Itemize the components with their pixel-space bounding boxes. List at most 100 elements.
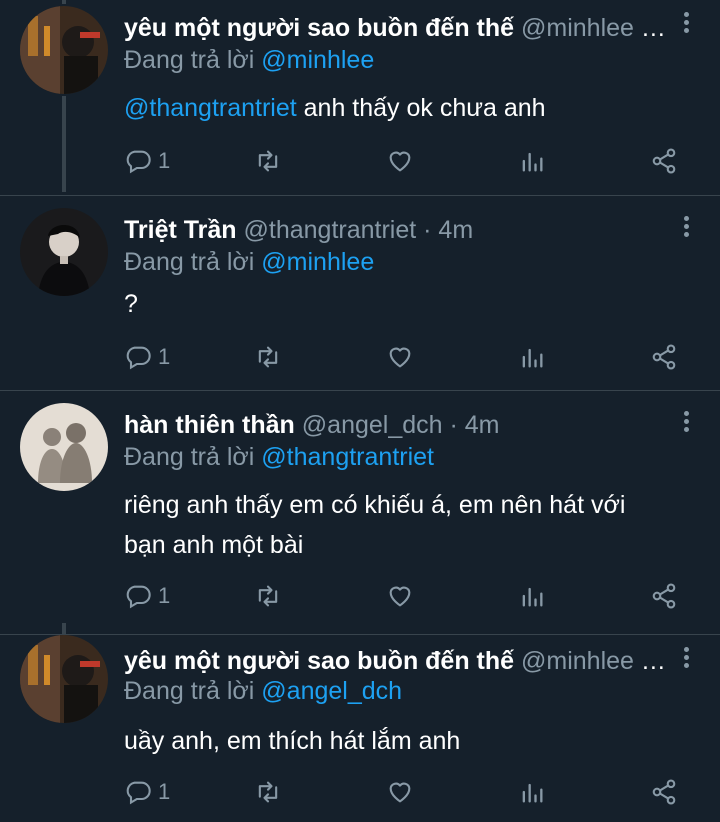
body-mention[interactable]: @thangtrantriet — [124, 94, 297, 122]
share-icon — [652, 148, 676, 174]
tweet-text: @thangtrantriet anh thấy ok chưa anh — [124, 88, 690, 128]
timestamp: · 4m — [423, 216, 474, 244]
reply-icon — [126, 585, 151, 609]
more-vertical-icon[interactable] — [680, 216, 692, 242]
replying-to: Đang trả lời @minhlee — [124, 44, 374, 76]
reply-count: 1 — [158, 344, 171, 369]
reply-icon — [126, 150, 151, 174]
like-button[interactable] — [386, 775, 414, 809]
more-vertical-icon[interactable] — [680, 12, 692, 38]
replying-to: Đang trả lời @angel_dch — [124, 675, 402, 707]
analytics-button[interactable] — [518, 144, 546, 178]
display-name[interactable]: hàn thiên thần — [124, 411, 295, 439]
share-button[interactable] — [650, 579, 678, 613]
heart-icon — [389, 347, 411, 368]
reply-count: 1 — [158, 148, 171, 173]
tweet[interactable]: hàn thiên thần @angel_dch · 4m Đang trả … — [0, 391, 720, 633]
retweet-button[interactable] — [254, 340, 282, 374]
retweet-icon — [258, 781, 278, 803]
more-vertical-icon[interactable] — [680, 647, 692, 673]
replying-to-label: Đang trả lời — [124, 248, 255, 276]
tweet-text: riêng anh thấy em có khiếu á, em nên hát… — [124, 485, 668, 565]
tweet-text: ? — [124, 284, 690, 324]
share-icon — [652, 583, 676, 609]
replying-to-mention[interactable]: @minhlee — [261, 248, 374, 276]
replying-to: Đang trả lời @thangtrantriet — [124, 441, 434, 473]
tweet-text: uầy anh, em thích hát lắm anh — [124, 721, 690, 761]
like-button[interactable] — [386, 144, 414, 178]
analytics-icon — [522, 783, 543, 803]
avatar[interactable] — [20, 6, 108, 94]
analytics-icon — [522, 348, 543, 368]
action-bar: 1 — [124, 579, 684, 613]
reply-button[interactable]: 1 — [124, 144, 170, 178]
retweet-icon — [258, 150, 278, 172]
action-bar: 1 — [124, 340, 684, 374]
analytics-button[interactable] — [518, 340, 546, 374]
reply-button[interactable]: 1 — [124, 340, 170, 374]
avatar[interactable] — [20, 635, 108, 723]
username[interactable]: @thangtrantriet — [244, 216, 417, 244]
retweet-button[interactable] — [254, 579, 282, 613]
share-button[interactable] — [650, 775, 678, 809]
avatar[interactable] — [20, 403, 108, 491]
body-text: anh thấy ok chưa anh — [296, 94, 546, 122]
replying-to-mention[interactable]: @thangtrantriet — [261, 443, 434, 471]
replying-to-label: Đang trả lời — [124, 443, 255, 471]
retweet-button[interactable] — [254, 775, 282, 809]
avatar-image — [20, 208, 108, 296]
avatar[interactable] — [20, 208, 108, 296]
tweet-header: yêu một người sao buồn đến thế @minhlee … — [124, 12, 672, 44]
reply-icon — [126, 346, 151, 370]
share-button[interactable] — [650, 340, 678, 374]
analytics-button[interactable] — [518, 579, 546, 613]
timestamp: ·… — [640, 14, 672, 42]
reply-button[interactable]: 1 — [124, 775, 170, 809]
retweet-icon — [258, 585, 278, 607]
like-button[interactable] — [386, 340, 414, 374]
share-icon — [652, 779, 676, 805]
username[interactable]: @angel_dch — [302, 411, 443, 439]
action-bar: 1 — [124, 144, 684, 178]
tweet[interactable]: yêu một người sao buồn đến thế @minhlee … — [0, 635, 720, 822]
share-button[interactable] — [650, 144, 678, 178]
analytics-icon — [522, 587, 543, 607]
replying-to-mention[interactable]: @angel_dch — [261, 677, 402, 705]
analytics-button[interactable] — [518, 775, 546, 809]
heart-icon — [389, 586, 411, 607]
tweet[interactable]: Triệt Trần @thangtrantriet · 4m Đang trả… — [0, 196, 720, 390]
body-text: riêng anh thấy em có khiếu á, em nên hát… — [124, 491, 626, 559]
tweet[interactable]: yêu một người sao buồn đến thế @minhlee … — [0, 0, 720, 196]
tweet-header: Triệt Trần @thangtrantriet · 4m — [124, 214, 672, 246]
reply-count: 1 — [158, 583, 171, 608]
reply-icon — [126, 781, 151, 805]
like-button[interactable] — [386, 579, 414, 613]
avatar-image — [20, 403, 108, 491]
display-name[interactable]: yêu một người sao buồn đến thế — [124, 647, 514, 675]
username[interactable]: @minhlee — [521, 647, 634, 675]
avatar-image — [20, 6, 108, 94]
avatar-image — [20, 635, 108, 723]
retweet-icon — [258, 346, 278, 368]
display-name[interactable]: yêu một người sao buồn đến thế — [124, 14, 514, 42]
timestamp: ·… — [640, 647, 672, 675]
reply-button[interactable]: 1 — [124, 579, 170, 613]
retweet-button[interactable] — [254, 144, 282, 178]
heart-icon — [389, 151, 411, 172]
reply-thread: yêu một người sao buồn đến thế @minhlee … — [0, 0, 720, 822]
body-text: uầy anh, em thích hát lắm anh — [124, 727, 461, 755]
replying-to: Đang trả lời @minhlee — [124, 246, 374, 278]
username[interactable]: @minhlee — [521, 14, 634, 42]
more-vertical-icon[interactable] — [680, 411, 692, 437]
tweet-header: yêu một người sao buồn đến thế @minhlee … — [124, 645, 672, 677]
replying-to-label: Đang trả lời — [124, 677, 255, 705]
display-name[interactable]: Triệt Trần — [124, 216, 237, 244]
body-text: ? — [124, 290, 138, 318]
heart-icon — [389, 782, 411, 803]
timestamp: · 4m — [449, 411, 500, 439]
replying-to-label: Đang trả lời — [124, 46, 255, 74]
share-icon — [652, 344, 676, 370]
replying-to-mention[interactable]: @minhlee — [261, 46, 374, 74]
reply-count: 1 — [158, 779, 171, 804]
action-bar: 1 — [124, 775, 684, 809]
